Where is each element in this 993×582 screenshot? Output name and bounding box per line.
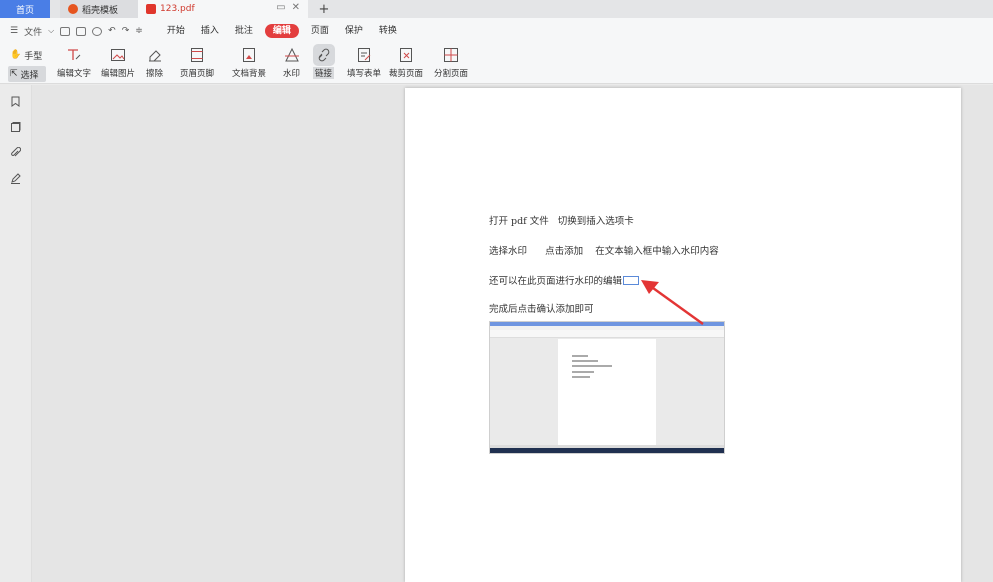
edit-image-icon <box>110 47 126 63</box>
pdf-file-icon <box>146 4 156 14</box>
crop-page-button[interactable]: 裁剪页面 <box>389 47 423 79</box>
chevron-down-icon[interactable]: ⌵ <box>48 26 54 36</box>
menu-protect[interactable]: 保护 <box>337 24 371 38</box>
tab-close-icon[interactable]: ✕ <box>292 2 300 13</box>
edit-image-label: 编辑图片 <box>101 69 136 79</box>
pdf-editor-window: 首页 稻壳模板 123.pdf ▭ ✕ + ☰ 文件 ⌵ ↶ ↷ ≑ 开始 插入… <box>0 0 993 582</box>
left-sidebar <box>0 85 32 582</box>
save-icon[interactable] <box>76 26 87 36</box>
watermark-icon <box>284 47 300 63</box>
link-button[interactable]: 链接 <box>312 44 335 79</box>
screenshot-taskbar <box>490 448 724 453</box>
screenshot-text-line <box>572 365 612 367</box>
attachment-icon[interactable] <box>10 147 21 158</box>
tab-pdf-file-label: 123.pdf <box>160 4 195 14</box>
tab-pdf-file[interactable]: 123.pdf ▭ ✕ <box>138 0 308 18</box>
cursor-icon: ⇱ <box>10 69 18 79</box>
thumbnail-icon[interactable] <box>10 122 21 133</box>
screenshot-text-line <box>572 355 588 357</box>
split-page-label: 分割页面 <box>434 69 469 79</box>
tab-home-label: 首页 <box>15 5 34 16</box>
hand-icon: ✋ <box>10 50 22 60</box>
tab-template-label: 稻壳模板 <box>82 5 119 16</box>
select-tool-label: 选择 <box>20 70 39 81</box>
watermark-label: 水印 <box>283 69 301 79</box>
menu-convert[interactable]: 转换 <box>371 24 405 38</box>
embedded-screenshot <box>489 321 725 454</box>
edit-text-label: 编辑文字 <box>57 69 92 79</box>
header-footer-button[interactable]: 页眉页脚 <box>180 47 214 79</box>
erase-button[interactable]: 擦除 <box>146 47 163 79</box>
daoke-logo-icon <box>68 4 78 14</box>
customize-icon[interactable]: ≑ <box>135 26 143 36</box>
screenshot-page <box>558 339 656 447</box>
screenshot-ribbon <box>490 330 724 338</box>
header-footer-label: 页眉页脚 <box>180 69 215 79</box>
signature-icon[interactable] <box>10 173 21 184</box>
doc-background-button[interactable]: 文档背景 <box>232 47 266 79</box>
tab-home[interactable]: 首页 <box>0 0 50 18</box>
edit-image-button[interactable]: 编辑图片 <box>101 47 135 79</box>
red-arrow-icon <box>641 280 704 325</box>
menu-edit[interactable]: 编辑 <box>264 24 299 38</box>
tab-window-icon[interactable]: ▭ <box>276 2 285 13</box>
eraser-icon <box>147 47 163 63</box>
new-tab-plus: + <box>318 1 330 17</box>
redo-icon[interactable]: ↷ <box>122 26 130 36</box>
menu-page[interactable]: 页面 <box>303 24 337 38</box>
pdf-page[interactable]: 打开 pdf 文件 切换到插入选项卡 选择水印 点击添加 在文本输入框中输入水印… <box>405 88 961 582</box>
link-icon <box>312 44 335 66</box>
select-tool-button[interactable]: ⇱ 选择 <box>8 66 46 82</box>
crop-page-icon <box>398 47 414 63</box>
doc-line-1: 打开 pdf 文件 切换到插入选项卡 <box>489 216 634 227</box>
ribbon-tabs: 开始 插入 批注 编辑 页面 保护 转换 <box>159 24 405 38</box>
file-menu-label[interactable]: 文件 <box>24 25 42 38</box>
fill-form-label: 填写表单 <box>347 69 382 79</box>
screenshot-text-line <box>572 360 598 362</box>
doc-line-4: 完成后点击确认添加即可 <box>489 304 594 315</box>
tab-bar: 首页 稻壳模板 123.pdf ▭ ✕ + <box>0 0 993 18</box>
doc-background-label: 文档背景 <box>232 69 267 79</box>
doc-line-3: 还可以在此页面进行水印的编辑 <box>489 276 623 287</box>
hamburger-icon[interactable]: ☰ <box>10 26 18 36</box>
new-tab-button[interactable]: + <box>314 0 334 18</box>
hand-tool-button[interactable]: ✋ 手型 <box>8 47 46 63</box>
tab-template[interactable]: 稻壳模板 <box>60 0 138 18</box>
menu-start[interactable]: 开始 <box>159 24 193 38</box>
ribbon-toolbar: ✋ 手型 ⇱ 选择 编辑文字 编辑图片 擦除 页眉页脚 文档背景 水印 链接 填… <box>0 44 993 84</box>
doc-background-icon <box>241 47 257 63</box>
fill-form-icon <box>356 47 372 63</box>
edit-text-icon <box>66 47 82 63</box>
erase-label: 擦除 <box>146 69 164 79</box>
bookmark-icon[interactable] <box>10 96 21 107</box>
screenshot-text-line <box>572 371 594 373</box>
header-footer-icon <box>189 47 205 63</box>
menu-annotate[interactable]: 批注 <box>227 24 261 38</box>
doc-line-2: 选择水印 点击添加 在文本输入框中输入水印内容 <box>489 246 719 257</box>
watermark-button[interactable]: 水印 <box>283 47 300 79</box>
screenshot-text-line <box>572 376 590 378</box>
crop-page-label: 裁剪页面 <box>389 69 424 79</box>
fill-form-button[interactable]: 填写表单 <box>347 47 381 79</box>
quick-access-toolbar: ☰ 文件 ⌵ ↶ ↷ ≑ <box>10 25 143 38</box>
link-label: 链接 <box>313 67 335 79</box>
open-folder-icon[interactable] <box>60 26 71 36</box>
hand-tool-label: 手型 <box>24 51 43 62</box>
menu-bar: ☰ 文件 ⌵ ↶ ↷ ≑ 开始 插入 批注 编辑 页面 保护 转换 <box>0 18 993 44</box>
split-page-button[interactable]: 分割页面 <box>434 47 468 79</box>
split-page-icon <box>443 47 459 63</box>
cursor-mode-group: ✋ 手型 ⇱ 选择 <box>8 47 46 82</box>
menu-insert[interactable]: 插入 <box>193 24 227 38</box>
edit-text-button[interactable]: 编辑文字 <box>57 47 91 79</box>
undo-icon[interactable]: ↶ <box>108 26 116 36</box>
print-icon[interactable] <box>92 26 103 36</box>
